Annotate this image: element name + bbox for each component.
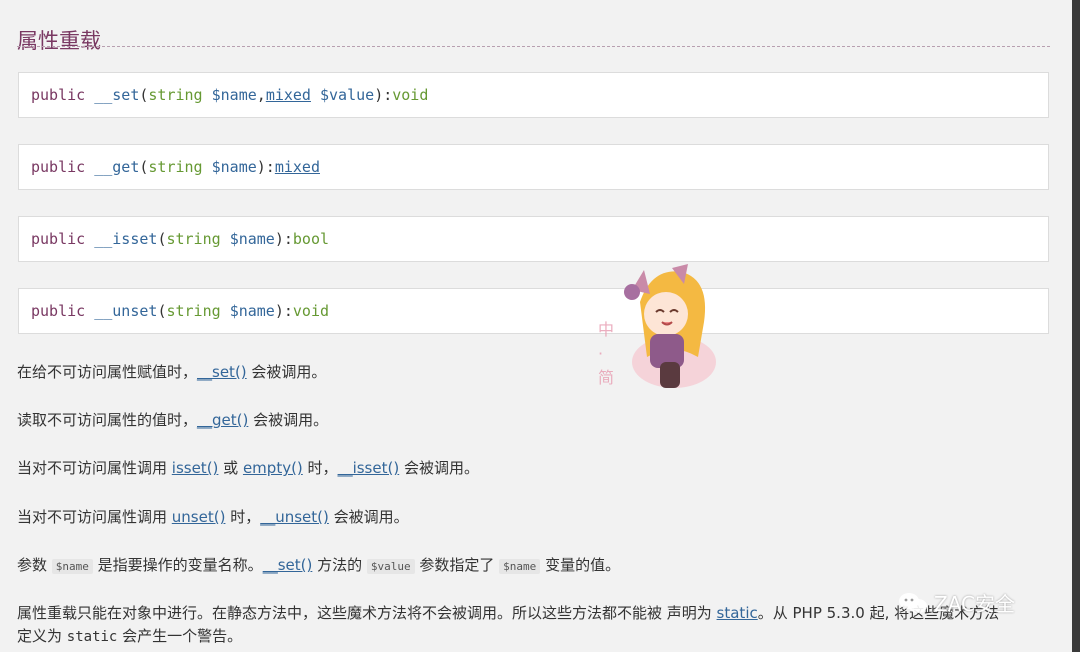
paragraph-isset: 当对不可访问属性调用 isset() 或 empty() 时，__isset()…	[17, 457, 1060, 480]
return-type: void	[392, 86, 429, 104]
text: 时，	[302, 459, 338, 477]
title-divider	[17, 46, 1050, 47]
text: 或	[218, 459, 243, 477]
method-signature-get: public __get(string $name): mixed	[18, 144, 1049, 190]
link-unset-magic[interactable]: __unset()	[260, 508, 329, 526]
text: 当对不可访问属性调用	[17, 459, 172, 477]
wechat-icon	[899, 592, 927, 613]
paragraph-get: 读取不可访问属性的值时，__get() 会被调用。	[17, 409, 1060, 432]
type-link-mixed[interactable]: mixed	[266, 86, 311, 104]
punctuation: ):	[274, 230, 293, 248]
link-empty[interactable]: empty()	[243, 459, 303, 477]
text: 属性重载只能在对象中进行。在静态方法中，这些魔术方法将不会被调用。所以这些方法都…	[17, 604, 717, 622]
punctuation: ):	[256, 158, 275, 176]
watermark-text: ZAC安全	[934, 592, 1015, 616]
method-signature-unset: public __unset(string $name): void	[18, 288, 1049, 334]
method-signature-set: public __set(string $name, mixed $value)…	[18, 72, 1049, 118]
method-name: __isset	[94, 230, 158, 248]
punctuation: (	[139, 86, 149, 104]
visibility-keyword: public	[31, 158, 86, 176]
param-type: string	[166, 302, 221, 320]
method-name: __unset	[94, 302, 158, 320]
method-signature-isset: public __isset(string $name): bool	[18, 216, 1049, 262]
punctuation: (	[157, 230, 167, 248]
param-type: string	[148, 86, 203, 104]
text: 时，	[225, 508, 261, 526]
mascot-label: 中·简	[598, 320, 615, 387]
paragraph-set: 在给不可访问属性赋值时，__set() 会被调用。	[17, 361, 1060, 384]
param-var: $name	[211, 86, 257, 104]
visibility-keyword: public	[31, 230, 86, 248]
text: 当对不可访问属性调用	[17, 508, 172, 526]
param-var: $value	[320, 86, 375, 104]
text: 定义为	[17, 627, 67, 645]
inline-code-value: $value	[366, 559, 415, 574]
punctuation: (	[139, 158, 149, 176]
mascot-sticker: 中·简	[592, 262, 732, 402]
inline-code-name: $name	[499, 559, 541, 574]
text: 在给不可访问属性赋值时，	[17, 363, 198, 381]
param-var: $name	[211, 158, 257, 176]
link-isset-func[interactable]: isset()	[172, 459, 219, 477]
link-unset-func[interactable]: unset()	[172, 508, 226, 526]
visibility-keyword: public	[31, 302, 86, 320]
link-set[interactable]: __set()	[263, 556, 313, 574]
return-type: void	[292, 302, 330, 320]
text: 是指要操作的变量名称。	[92, 556, 263, 574]
paragraph-unset: 当对不可访问属性调用 unset() 时，__unset() 会被调用。	[17, 506, 1060, 529]
punctuation: ,	[256, 86, 266, 104]
text: 会被调用。	[328, 508, 409, 526]
method-name: __get	[94, 158, 140, 176]
text: 读取不可访问属性的值时，	[17, 411, 198, 429]
text: 会被调用。	[399, 459, 479, 477]
return-type-link-mixed[interactable]: mixed	[275, 158, 320, 176]
punctuation: ):	[374, 86, 393, 104]
link-set[interactable]: __set()	[197, 363, 247, 381]
link-static[interactable]: static	[717, 604, 758, 622]
link-isset-magic[interactable]: __isset()	[338, 459, 400, 477]
text: 会被调用。	[248, 411, 329, 429]
inline-code-static: static	[66, 629, 118, 645]
text: 会被调用。	[246, 363, 327, 381]
param-type: string	[166, 230, 221, 248]
paragraph-params: 参数 $name 是指要操作的变量名称。__set() 方法的 $value 参…	[17, 554, 1060, 578]
window-edge	[1072, 0, 1080, 652]
inline-code-name: $name	[51, 559, 93, 574]
watermark: ZAC安全	[898, 588, 1015, 617]
text: 参数指定了	[414, 556, 500, 574]
punctuation: (	[157, 302, 167, 320]
text: 会产生一个警告。	[117, 627, 243, 645]
section-title: 属性重载	[17, 29, 101, 54]
param-type: string	[148, 158, 203, 176]
text: 参数	[17, 556, 52, 574]
param-var: $name	[229, 302, 275, 320]
text: 变量的值。	[540, 556, 621, 574]
link-get[interactable]: __get()	[197, 411, 248, 429]
punctuation: ):	[274, 302, 293, 320]
text: 方法的	[312, 556, 367, 574]
param-var: $name	[229, 230, 275, 248]
visibility-keyword: public	[31, 86, 86, 104]
return-type: bool	[292, 230, 330, 248]
method-name: __set	[94, 86, 140, 104]
